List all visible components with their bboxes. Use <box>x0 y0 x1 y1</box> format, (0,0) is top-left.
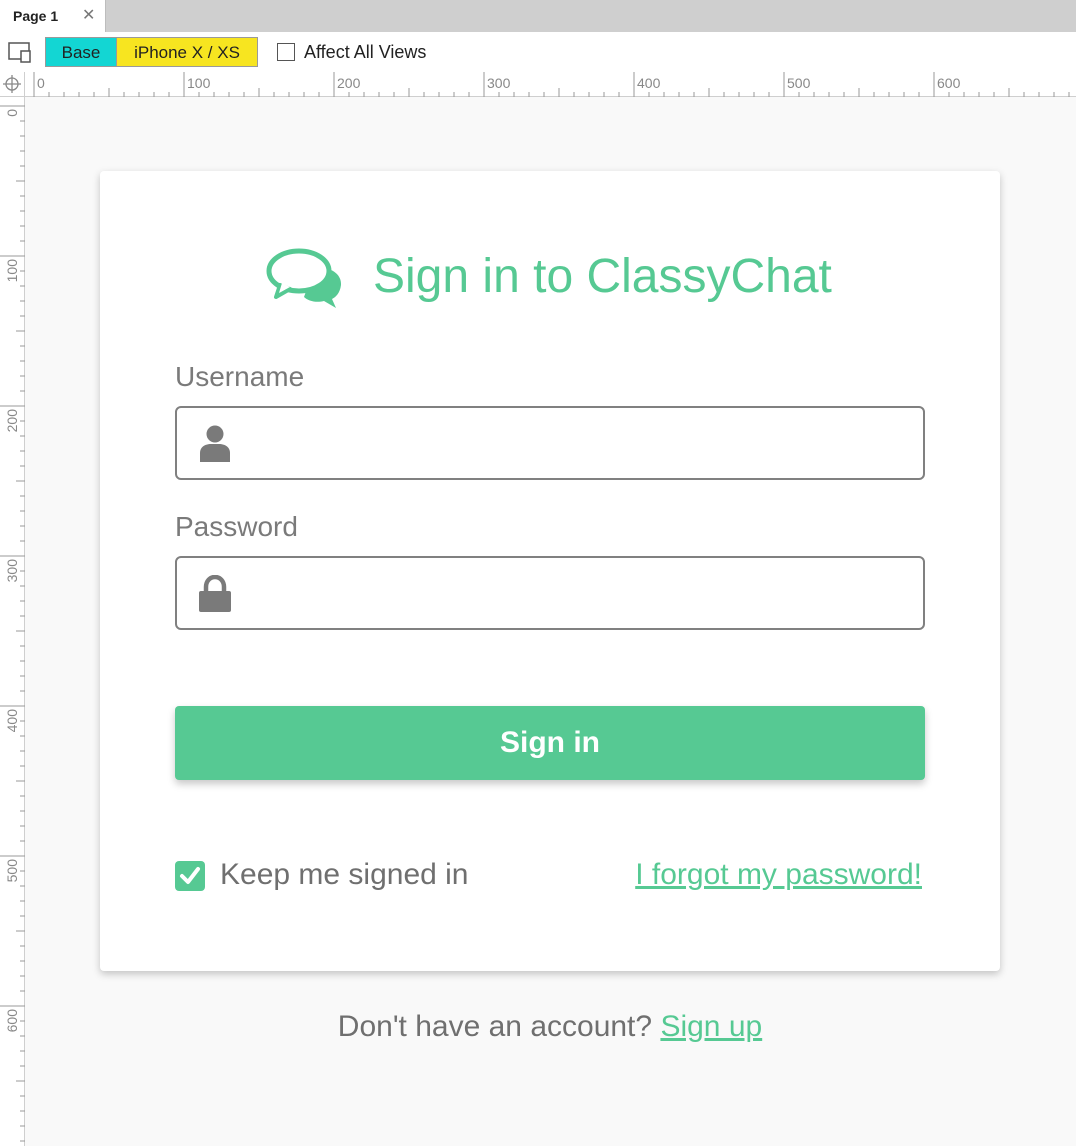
horizontal-ruler[interactable]: 0 100 200 300 400 500 600 <box>25 72 1076 97</box>
vertical-ruler[interactable]: 0 100 200 300 400 500 600 <box>0 97 25 1146</box>
checkmark-icon <box>180 867 200 884</box>
ruler-left-label: 100 <box>4 259 20 283</box>
ruler-top-label: 100 <box>187 75 211 91</box>
ruler-left-label: 0 <box>4 109 20 117</box>
user-icon <box>200 425 230 462</box>
sign-in-button[interactable]: Sign in <box>175 706 925 780</box>
username-label: Username <box>175 361 305 392</box>
username-field[interactable] <box>175 406 925 480</box>
forgot-password-link[interactable]: I forgot my password! <box>635 858 922 892</box>
signup-prompt-text: Don't have an account? <box>337 1010 653 1043</box>
password-input[interactable] <box>249 558 909 627</box>
tab-page-1[interactable]: Page 1 ✕ <box>0 0 106 33</box>
password-field[interactable] <box>175 556 925 630</box>
keep-signed-in-checkbox[interactable] <box>175 861 205 891</box>
ruler-left-label: 500 <box>4 859 20 883</box>
ruler-top-label: 300 <box>487 75 511 91</box>
ruler-top-label: 0 <box>37 75 45 91</box>
ruler-left-label: 300 <box>4 559 20 583</box>
chat-bubbles-icon <box>266 248 342 308</box>
affect-all-views-checkbox[interactable] <box>277 43 295 61</box>
password-label: Password <box>175 511 298 542</box>
ruler-origin[interactable] <box>0 72 25 97</box>
ruler-top-label: 200 <box>337 75 361 91</box>
adaptive-views-toolbar: Base iPhone X / XS Affect All Views <box>0 32 1076 72</box>
ruler-left-label: 400 <box>4 709 20 733</box>
tab-label: Page 1 <box>13 8 59 24</box>
ruler-left-label: 200 <box>4 409 20 433</box>
ruler-top-label: 500 <box>787 75 811 91</box>
signup-prompt: Don't have an account? Sign up <box>0 1010 1076 1044</box>
view-iphone-button[interactable]: iPhone X / XS <box>117 37 258 67</box>
adaptive-views-icon[interactable] <box>8 41 32 63</box>
card-header: Sign in to ClassyChat <box>100 243 1000 313</box>
ruler-top-label: 600 <box>937 75 961 91</box>
lock-icon <box>199 575 231 612</box>
username-input[interactable] <box>249 408 909 477</box>
affect-all-views-label: Affect All Views <box>304 42 427 62</box>
crosshair-icon <box>3 75 21 93</box>
view-base-button[interactable]: Base <box>45 37 117 67</box>
keep-signed-in-label: Keep me signed in <box>220 858 469 891</box>
sign-up-link[interactable]: Sign up <box>660 1010 762 1043</box>
close-icon[interactable]: ✕ <box>82 6 95 26</box>
sign-in-card: Sign in to ClassyChat Username Password … <box>100 171 1000 971</box>
page-title: Sign in to ClassyChat <box>373 250 832 303</box>
ruler-top-label: 400 <box>637 75 661 91</box>
tab-bar: Page 1 ✕ <box>0 0 1076 33</box>
